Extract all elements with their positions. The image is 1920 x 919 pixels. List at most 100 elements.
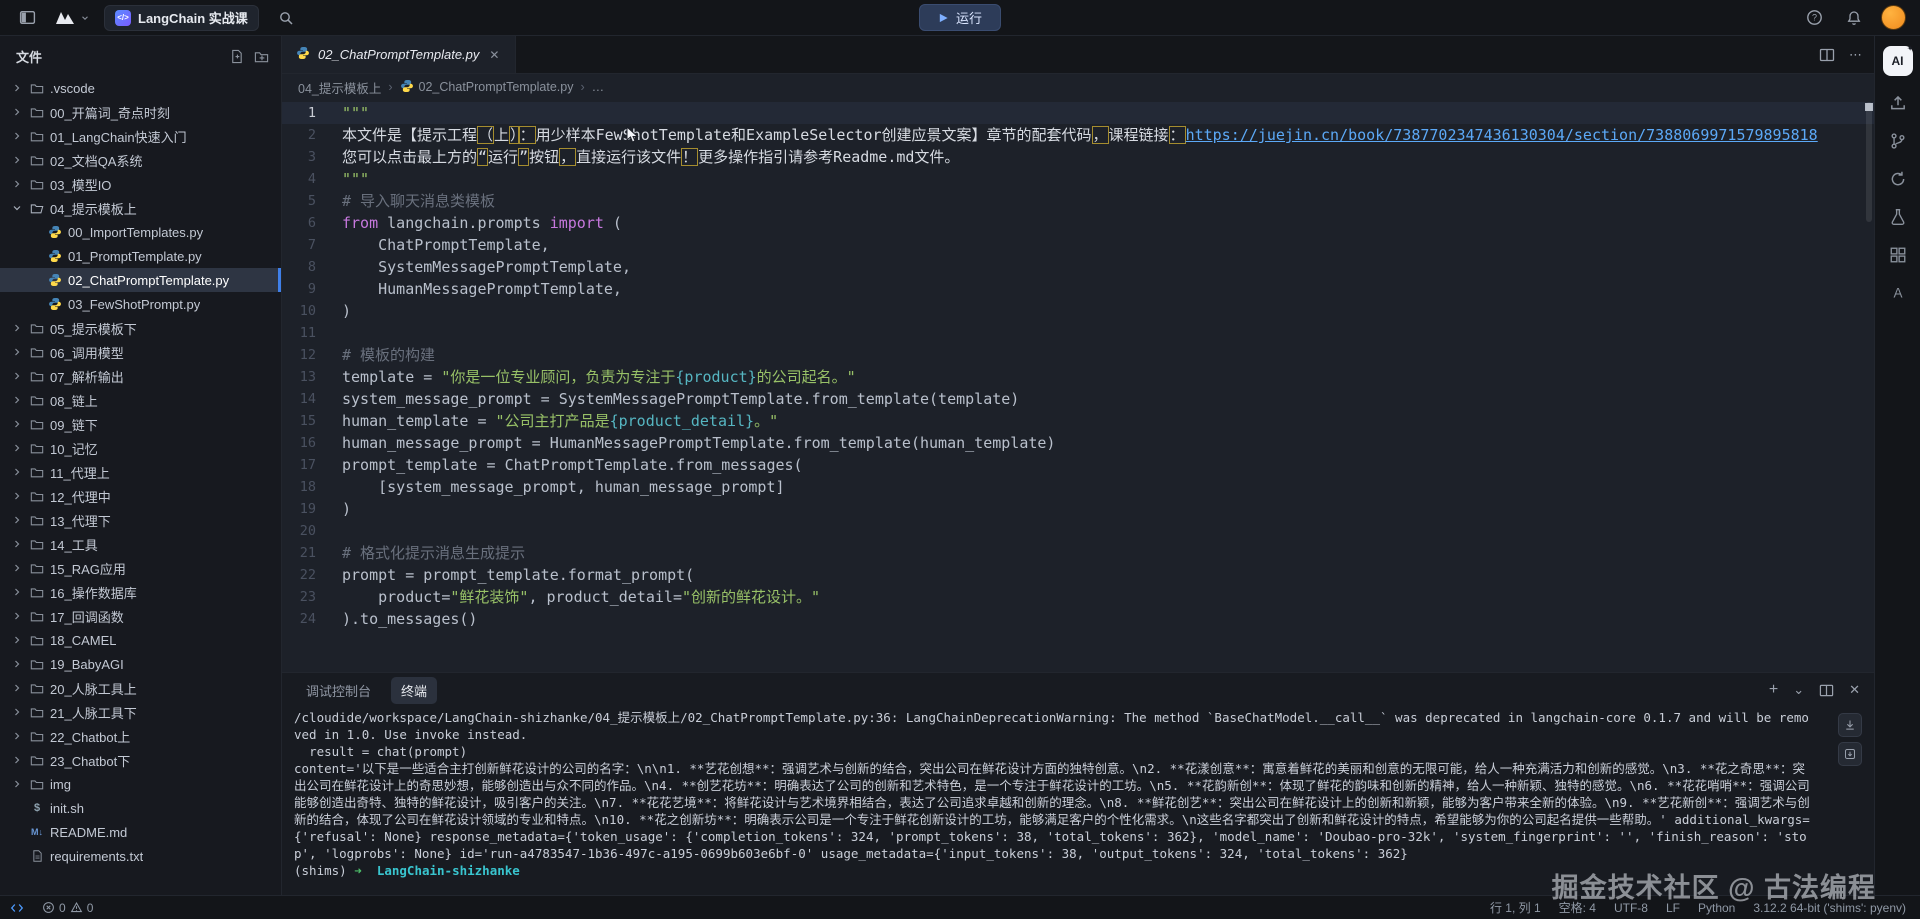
more-actions-icon[interactable]: ⋯	[1849, 47, 1862, 63]
tree-folder-row[interactable]: 00_开篇词_奇点时刻	[0, 100, 281, 124]
chevron-right-icon[interactable]	[10, 394, 24, 406]
chevron-right-icon[interactable]	[10, 514, 24, 526]
code-line[interactable]: 22prompt = prompt_template.format_prompt…	[282, 564, 1874, 586]
statusbar-item[interactable]: 空格: 4	[1557, 896, 1598, 919]
chevron-right-icon[interactable]	[10, 610, 24, 622]
bell-icon[interactable]	[1841, 5, 1867, 31]
tree-folder-row[interactable]: 14_工具	[0, 532, 281, 556]
tree-file-row[interactable]: 02_ChatPromptTemplate.py	[0, 268, 281, 292]
tree-file-row[interactable]: requirements.txt	[0, 844, 281, 868]
code-line[interactable]: 1"""	[282, 102, 1874, 124]
code-line[interactable]: 2本文件是【提示工程（上）：用少样本FewShotTemplate和Exampl…	[282, 124, 1874, 146]
tree-file-row[interactable]: 00_ImportTemplates.py	[0, 220, 281, 244]
chevron-right-icon[interactable]	[10, 538, 24, 550]
split-panel-icon[interactable]	[1819, 683, 1834, 698]
terminal-picker-chevron-icon[interactable]: ⌄	[1793, 682, 1804, 698]
code-line[interactable]: 24).to_messages()	[282, 608, 1874, 630]
tree-folder-row[interactable]: 23_Chatbot下	[0, 748, 281, 772]
code-line[interactable]: 8 SystemMessagePromptTemplate,	[282, 256, 1874, 278]
tree-file-row[interactable]: $init.sh	[0, 796, 281, 820]
terminal-output[interactable]: /cloudide/workspace/LangChain-shizhanke/…	[282, 707, 1874, 895]
scroll-lock-icon[interactable]	[1838, 713, 1862, 737]
code-line[interactable]: 10)	[282, 300, 1874, 322]
tree-file-row[interactable]: 01_PromptTemplate.py	[0, 244, 281, 268]
chevron-right-icon[interactable]	[10, 178, 24, 190]
app-logo[interactable]	[54, 10, 90, 26]
tree-folder-row[interactable]: 09_链下	[0, 412, 281, 436]
chevron-right-icon[interactable]	[10, 418, 24, 430]
tree-folder-row[interactable]: 16_操作数据库	[0, 580, 281, 604]
editor-tab[interactable]: 02_ChatPromptTemplate.py ✕	[282, 36, 516, 73]
publish-icon[interactable]	[1889, 94, 1907, 112]
chevron-right-icon[interactable]	[10, 466, 24, 478]
code-line[interactable]: 15human_template = "公司主打产品是{product_deta…	[282, 410, 1874, 432]
statusbar-item[interactable]: 3.12.2 64-bit ('shims': pyenv)	[1751, 896, 1908, 919]
code-line[interactable]: 21# 格式化提示消息生成提示	[282, 542, 1874, 564]
tree-folder-row[interactable]: 03_模型IO	[0, 172, 281, 196]
chevron-right-icon[interactable]	[10, 730, 24, 742]
chevron-right-icon[interactable]	[10, 346, 24, 358]
tree-folder-row[interactable]: 19_BabyAGI	[0, 652, 281, 676]
chevron-right-icon[interactable]	[10, 586, 24, 598]
tree-folder-row[interactable]: 08_链上	[0, 388, 281, 412]
statusbar-item[interactable]: Python	[1696, 896, 1737, 919]
tab-terminal[interactable]: 终端	[391, 677, 437, 704]
code-line[interactable]: 18 [system_message_prompt, human_message…	[282, 476, 1874, 498]
tree-folder-row[interactable]: img	[0, 772, 281, 796]
test-flask-icon[interactable]	[1889, 208, 1907, 226]
code-line[interactable]: 7 ChatPromptTemplate,	[282, 234, 1874, 256]
tree-folder-row[interactable]: 15_RAG应用	[0, 556, 281, 580]
breadcrumb-item[interactable]: 02_ChatPromptTemplate.py	[400, 79, 574, 96]
chevron-right-icon[interactable]	[10, 682, 24, 694]
tree-folder-row[interactable]: 12_代理中	[0, 484, 281, 508]
chevron-right-icon[interactable]	[10, 130, 24, 142]
tree-folder-row[interactable]: 20_人脉工具上	[0, 676, 281, 700]
remote-indicator-icon[interactable]	[8, 896, 26, 919]
chevron-right-icon[interactable]	[10, 778, 24, 790]
scroll-to-bottom-icon[interactable]	[1838, 742, 1862, 766]
chevron-right-icon[interactable]	[10, 562, 24, 574]
sidebar-toggle-icon[interactable]	[14, 5, 40, 31]
ai-assistant-button[interactable]: AI	[1883, 46, 1913, 76]
code-line[interactable]: 19)	[282, 498, 1874, 520]
chevron-right-icon[interactable]	[10, 754, 24, 766]
code-line[interactable]: 12# 模板的构建	[282, 344, 1874, 366]
tree-folder-row[interactable]: 21_人脉工具下	[0, 700, 281, 724]
statusbar-item[interactable]: 行 1, 列 1	[1488, 896, 1543, 919]
code-line[interactable]: 20	[282, 520, 1874, 542]
code-line[interactable]: 13template = "你是一位专业顾问，负责为专注于{product}的公…	[282, 366, 1874, 388]
tree-folder-row[interactable]: 02_文档QA系统	[0, 148, 281, 172]
breadcrumb-item[interactable]: …	[592, 80, 605, 94]
code-line[interactable]: 6from langchain.prompts import (	[282, 212, 1874, 234]
format-text-icon[interactable]: A	[1889, 284, 1907, 302]
tree-folder-row[interactable]: 11_代理上	[0, 460, 281, 484]
code-line[interactable]: 9 HumanMessagePromptTemplate,	[282, 278, 1874, 300]
project-badge[interactable]: </> LangChain 实战课	[104, 5, 259, 31]
code-line[interactable]: 17prompt_template = ChatPromptTemplate.f…	[282, 454, 1874, 476]
close-icon[interactable]: ✕	[487, 46, 501, 64]
code-line[interactable]: 5# 导入聊天消息类模板	[282, 190, 1874, 212]
new-terminal-icon[interactable]: +	[1769, 681, 1778, 699]
tree-folder-row[interactable]: 06_调用模型	[0, 340, 281, 364]
breadcrumb-item[interactable]: 04_提示模板上	[298, 78, 381, 97]
tree-file-row[interactable]: 03_FewShotPrompt.py	[0, 292, 281, 316]
avatar[interactable]	[1881, 5, 1906, 30]
run-button[interactable]: 运行	[919, 4, 1001, 31]
chevron-right-icon[interactable]	[10, 82, 24, 94]
tree-folder-row[interactable]: 05_提示模板下	[0, 316, 281, 340]
search-icon[interactable]	[273, 5, 299, 31]
editor-scrollbar[interactable]	[1864, 100, 1874, 672]
tree-folder-row[interactable]: 22_Chatbot上	[0, 724, 281, 748]
new-file-icon[interactable]	[229, 49, 244, 64]
tree-file-row[interactable]: M↓README.md	[0, 820, 281, 844]
close-panel-icon[interactable]: ✕	[1849, 682, 1860, 698]
help-icon[interactable]: ?	[1801, 5, 1827, 31]
code-line[interactable]: 23 product="鲜花装饰", product_detail="创新的鲜花…	[282, 586, 1874, 608]
tree-folder-row[interactable]: 04_提示模板上	[0, 196, 281, 220]
tree-folder-row[interactable]: 07_解析输出	[0, 364, 281, 388]
chevron-right-icon[interactable]	[10, 154, 24, 166]
chevron-right-icon[interactable]	[10, 706, 24, 718]
chevron-right-icon[interactable]	[10, 490, 24, 502]
code-line[interactable]: 4"""	[282, 168, 1874, 190]
tree-folder-row[interactable]: 10_记忆	[0, 436, 281, 460]
